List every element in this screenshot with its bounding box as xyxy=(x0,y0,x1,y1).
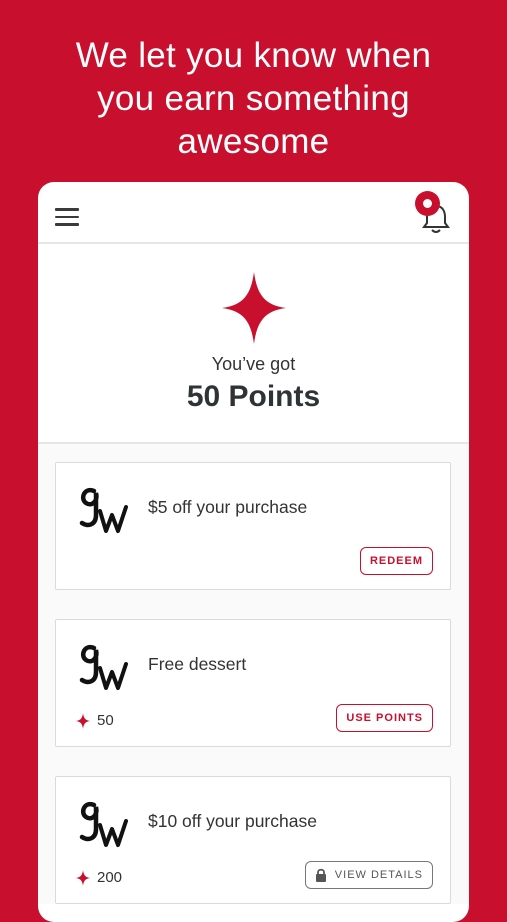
reward-card[interactable]: $5 off your purchase REDEEM xyxy=(55,462,451,590)
small-star-icon xyxy=(76,712,90,729)
small-star-icon xyxy=(76,869,90,886)
view-details-button[interactable]: VIEW DETAILS xyxy=(304,861,433,889)
hamburger-menu-icon[interactable] xyxy=(55,208,79,228)
points-cost: 200 xyxy=(76,869,122,886)
points-cost-value: 200 xyxy=(97,869,123,886)
points-summary: You’ve got 50 Points xyxy=(38,244,469,444)
use-points-button[interactable]: USE POINTS xyxy=(336,704,433,732)
reward-card[interactable]: Free dessert 50 USE POINTS xyxy=(55,619,451,747)
view-details-label: VIEW DETAILS xyxy=(334,869,423,881)
points-cost: 50 xyxy=(76,712,114,729)
lock-icon xyxy=(315,868,326,882)
redeem-button[interactable]: REDEEM xyxy=(359,547,433,575)
notification-badge[interactable] xyxy=(415,191,440,216)
reward-title: $5 off your purchase xyxy=(148,497,308,517)
reward-card[interactable]: $10 off your purchase 200 VIEW DETAILS xyxy=(55,776,451,904)
app-bar xyxy=(38,182,469,244)
promo-headline: We let you know when you earn something … xyxy=(0,34,507,163)
headline-line-1: We let you know when xyxy=(75,36,432,75)
app-screen: You’ve got 50 Points $5 off your purchas… xyxy=(38,182,469,922)
gw-logo-icon xyxy=(79,801,128,847)
star-icon xyxy=(222,272,286,344)
gw-logo-icon xyxy=(79,644,128,690)
reward-title: Free dessert xyxy=(148,654,247,674)
gw-logo-icon xyxy=(79,487,128,533)
rewards-list: $5 off your purchase REDEEM Free dessert… xyxy=(38,444,469,904)
headline-line-3: awesome xyxy=(177,122,330,161)
points-label: You’ve got xyxy=(211,354,296,374)
points-cost-value: 50 xyxy=(97,712,114,729)
headline-line-2: you earn something xyxy=(97,79,410,118)
reward-title: $10 off your purchase xyxy=(148,811,317,831)
points-value: 50 Points xyxy=(186,380,321,413)
